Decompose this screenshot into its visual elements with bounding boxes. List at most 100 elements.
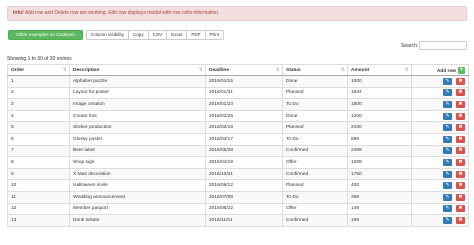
- table-row: 12 Member pasport 2016/06/22 Offer 149 ✎ ✖: [7, 203, 469, 216]
- pencil-icon[interactable]: ✎: [443, 193, 452, 201]
- times-icon[interactable]: ✖: [456, 193, 465, 201]
- plus-icon[interactable]: +: [458, 66, 465, 74]
- alert-text: Add row and Delete row are working. Edit…: [23, 10, 220, 16]
- cell-status: Planned: [282, 179, 348, 192]
- pdf-button[interactable]: PDF: [186, 30, 206, 40]
- cell-description: Glossy poster: [69, 133, 206, 146]
- cell-description: Beer label: [69, 145, 206, 158]
- pencil-icon[interactable]: ✎: [443, 77, 452, 85]
- cell-actions: ✎ ✖: [411, 179, 469, 192]
- sort-icon: ⇅: [404, 67, 409, 73]
- table-row: 1 Alphabet puzzle 2016/01/15 Done 1000 ✎ ✖: [7, 75, 469, 88]
- cell-order: 11: [7, 191, 70, 204]
- times-icon[interactable]: ✖: [456, 124, 465, 132]
- cell-order: 4: [7, 110, 70, 123]
- cell-description: Image creation: [69, 98, 206, 111]
- times-icon[interactable]: ✖: [456, 135, 465, 143]
- cell-amount: 1099: [347, 156, 412, 169]
- cell-status: Planned: [282, 87, 348, 100]
- cell-actions: ✎ ✖: [411, 121, 469, 134]
- cell-description: Drink tickets: [69, 214, 206, 227]
- cell-description: Wedding announcement: [69, 191, 206, 204]
- cell-order: 1: [7, 75, 70, 88]
- table-row: 11 Wedding announcement 2016/07/09 To Do 299…: [7, 191, 469, 204]
- cell-deadline: 2016/11/01: [205, 214, 283, 227]
- cell-order: 10: [7, 179, 70, 192]
- cell-deadline: 2016/09/12: [205, 179, 283, 192]
- table-row: 13 Drink tickets 2016/11/01 Confirmed 199 ✎ ✖: [7, 214, 469, 227]
- table-row: 7 Beer label 2016/05/28 Confirmed 2499 ✎ ✖: [7, 145, 469, 158]
- cell-status: Offer: [282, 156, 348, 169]
- cell-deadline: 2016/10/31: [205, 168, 283, 181]
- csv-button[interactable]: CSV: [147, 30, 168, 40]
- export-button-group: Column visibility Copy CSV Excel PDF Pri…: [86, 30, 224, 40]
- cell-amount: 1750: [347, 168, 412, 181]
- times-icon[interactable]: ✖: [456, 77, 465, 85]
- header-status[interactable]: Status ⇅: [282, 64, 348, 76]
- add-row-label: Add row: [436, 68, 456, 74]
- cell-deadline: 2016/05/28: [205, 145, 283, 158]
- cell-amount: 400: [347, 179, 412, 192]
- cell-description: Layout for poster: [69, 87, 206, 100]
- excel-button[interactable]: Excel: [166, 30, 188, 40]
- header-description[interactable]: Description ⇅: [69, 64, 206, 76]
- pencil-icon[interactable]: ✎: [443, 100, 452, 108]
- pencil-icon[interactable]: ✎: [443, 135, 452, 143]
- cell-status: Done: [282, 110, 348, 123]
- pencil-icon[interactable]: ✎: [443, 112, 452, 120]
- sort-asc-icon: ⇅: [62, 67, 67, 73]
- column-visibility-button[interactable]: Column visibility: [86, 30, 129, 40]
- header-amount[interactable]: Amount ⇅: [347, 64, 412, 76]
- pencil-icon[interactable]: ✎: [443, 216, 452, 224]
- times-icon[interactable]: ✖: [456, 158, 465, 166]
- info-alert: Info! Add row and Delete row are working…: [7, 6, 467, 21]
- times-icon[interactable]: ✖: [456, 89, 465, 97]
- times-icon[interactable]: ✖: [456, 112, 465, 120]
- pencil-icon[interactable]: ✎: [443, 89, 452, 97]
- cell-actions: ✎ ✖: [411, 145, 469, 158]
- pencil-icon[interactable]: ✎: [443, 170, 452, 178]
- cell-deadline: 2016/01/23: [205, 98, 283, 111]
- cell-description: Create font: [69, 110, 206, 123]
- cell-deadline: 2016/01/31: [205, 87, 283, 100]
- cell-order: 9: [7, 168, 70, 181]
- orders-table: Order ⇅ Description ⇅ Deadline ⇅ Status ⇅ Am…: [7, 64, 469, 227]
- times-icon[interactable]: ✖: [456, 182, 465, 190]
- cell-description: X-Mas decoration: [69, 168, 206, 181]
- cell-status: Confirmed: [282, 145, 348, 158]
- times-icon[interactable]: ✖: [456, 147, 465, 155]
- cell-status: Confirmed: [282, 214, 348, 227]
- cell-status: To Do: [282, 98, 348, 111]
- other-examples-button[interactable]: Other examples on Codepen: [8, 30, 83, 40]
- times-icon[interactable]: ✖: [456, 100, 465, 108]
- table-info: Showing 1 to 30 of 30 entries: [7, 56, 72, 62]
- header-order[interactable]: Order ⇅: [7, 64, 70, 76]
- sort-icon: ⇅: [275, 67, 280, 73]
- cell-actions: ✎ ✖: [411, 110, 469, 123]
- copy-button[interactable]: Copy: [127, 30, 149, 40]
- cell-deadline: 2016/06/22: [205, 203, 283, 216]
- pencil-icon[interactable]: ✎: [443, 124, 452, 132]
- header-deadline[interactable]: Deadline ⇅: [205, 64, 283, 76]
- cell-order: 7: [7, 145, 70, 158]
- print-button[interactable]: Print: [204, 30, 224, 40]
- cell-status: Planned: [282, 121, 348, 134]
- times-icon[interactable]: ✖: [456, 170, 465, 178]
- cell-order: 5: [7, 121, 70, 134]
- times-icon[interactable]: ✖: [456, 205, 465, 213]
- pencil-icon[interactable]: ✎: [443, 158, 452, 166]
- cell-description: Shop sign: [69, 156, 206, 169]
- pencil-icon[interactable]: ✎: [443, 182, 452, 190]
- pencil-icon[interactable]: ✎: [443, 147, 452, 155]
- cell-order: 12: [7, 203, 70, 216]
- sort-icon: ⇅: [198, 67, 203, 73]
- search-input[interactable]: [419, 41, 467, 50]
- cell-deadline: 2016/03/17: [205, 133, 283, 146]
- header-add-row: Add row +: [411, 64, 469, 76]
- table-row: 9 X-Mas decoration 2016/10/31 Confirmed 1750…: [7, 168, 469, 181]
- cell-order: 8: [7, 156, 70, 169]
- cell-amount: 1834: [347, 87, 412, 100]
- times-icon[interactable]: ✖: [456, 216, 465, 224]
- cell-deadline: 2016/02/26: [205, 110, 283, 123]
- pencil-icon[interactable]: ✎: [443, 205, 452, 213]
